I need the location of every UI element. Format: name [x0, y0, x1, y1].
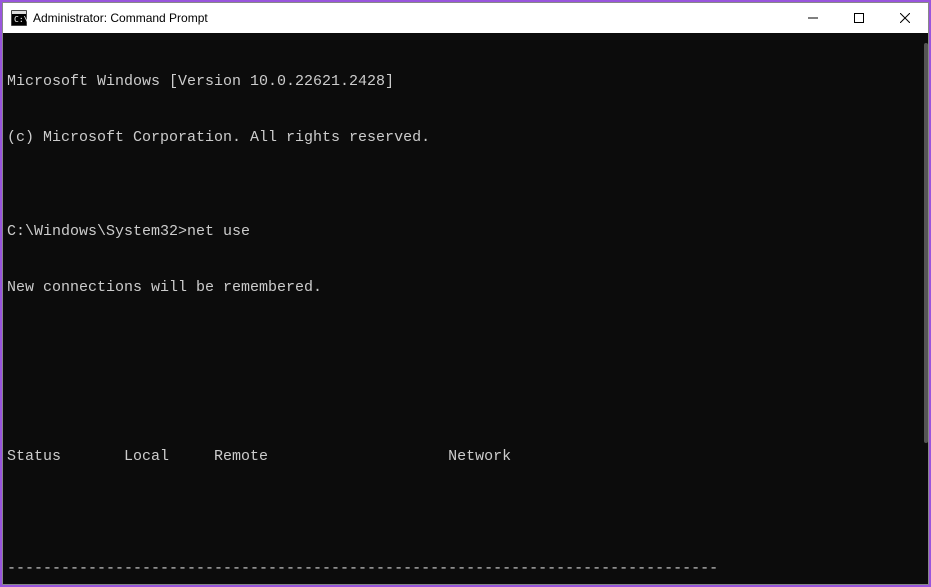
output-line: (c) Microsoft Corporation. All rights re… — [7, 129, 924, 148]
window-controls — [790, 3, 928, 33]
blank-line — [7, 391, 924, 410]
command-prompt-window: C:\ Administrator: Command Prompt Micros… — [2, 2, 929, 585]
table-header: Status Local Remote Network — [7, 448, 924, 467]
window-title: Administrator: Command Prompt — [33, 11, 790, 25]
titlebar[interactable]: C:\ Administrator: Command Prompt — [3, 3, 928, 33]
minimize-button[interactable] — [790, 3, 836, 33]
output-line: Microsoft Windows [Version 10.0.22621.24… — [7, 73, 924, 92]
prompt-prefix: C:\Windows\System32> — [7, 223, 187, 240]
close-button[interactable] — [882, 3, 928, 33]
divider-line: ----------------------------------------… — [7, 560, 924, 579]
maximize-button[interactable] — [836, 3, 882, 33]
svg-text:C:\: C:\ — [14, 15, 27, 24]
terminal-area[interactable]: Microsoft Windows [Version 10.0.22621.24… — [3, 33, 928, 584]
scrollbar-thumb[interactable] — [924, 43, 928, 443]
blank-line — [7, 504, 924, 523]
command-text: net use — [187, 223, 250, 240]
prompt-line: C:\Windows\System32>net use — [7, 223, 924, 242]
output-line: New connections will be remembered. — [7, 279, 924, 298]
cmd-icon: C:\ — [11, 10, 27, 26]
blank-line — [7, 335, 924, 354]
scrollbar[interactable] — [912, 33, 928, 584]
